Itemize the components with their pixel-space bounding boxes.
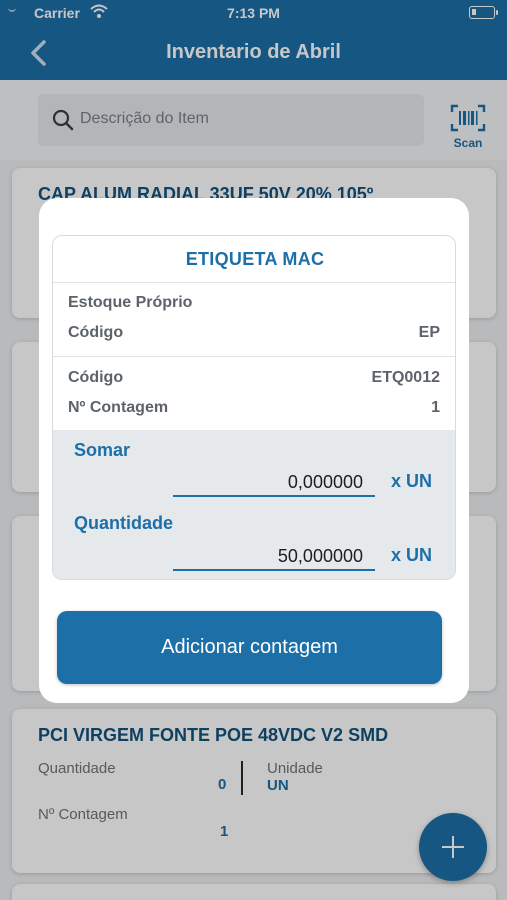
codigo-label: Código [68, 324, 124, 341]
count-dialog: ETIQUETA MAC Estoque Próprio Código EP C… [39, 198, 469, 703]
somar-field[interactable]: 0,000000 [173, 467, 375, 497]
codigo-value: ETQ0012 [371, 369, 440, 386]
contagem-label: Nº Contagem [68, 399, 169, 416]
quantidade-label: Quantidade [74, 513, 174, 533]
estoque-label: Estoque Próprio [68, 294, 193, 311]
somar-unit: x UN [391, 471, 433, 491]
divider [53, 282, 455, 283]
somar-label: Somar [74, 440, 131, 460]
contagem-value: 1 [431, 399, 440, 416]
add-count-button[interactable]: Adicionar contagem [57, 611, 442, 684]
quantity-inputs: Somar 0,000000 x UN Quantidade 50,000000… [53, 430, 455, 579]
divider [53, 356, 455, 357]
item-details-card: ETIQUETA MAC Estoque Próprio Código EP C… [52, 235, 456, 580]
quantidade-field[interactable]: 50,000000 [173, 541, 375, 571]
codigo-value: EP [418, 324, 440, 341]
quantidade-unit: x UN [391, 545, 433, 565]
codigo-label: Código [68, 369, 124, 386]
dialog-title: ETIQUETA MAC [185, 249, 325, 269]
